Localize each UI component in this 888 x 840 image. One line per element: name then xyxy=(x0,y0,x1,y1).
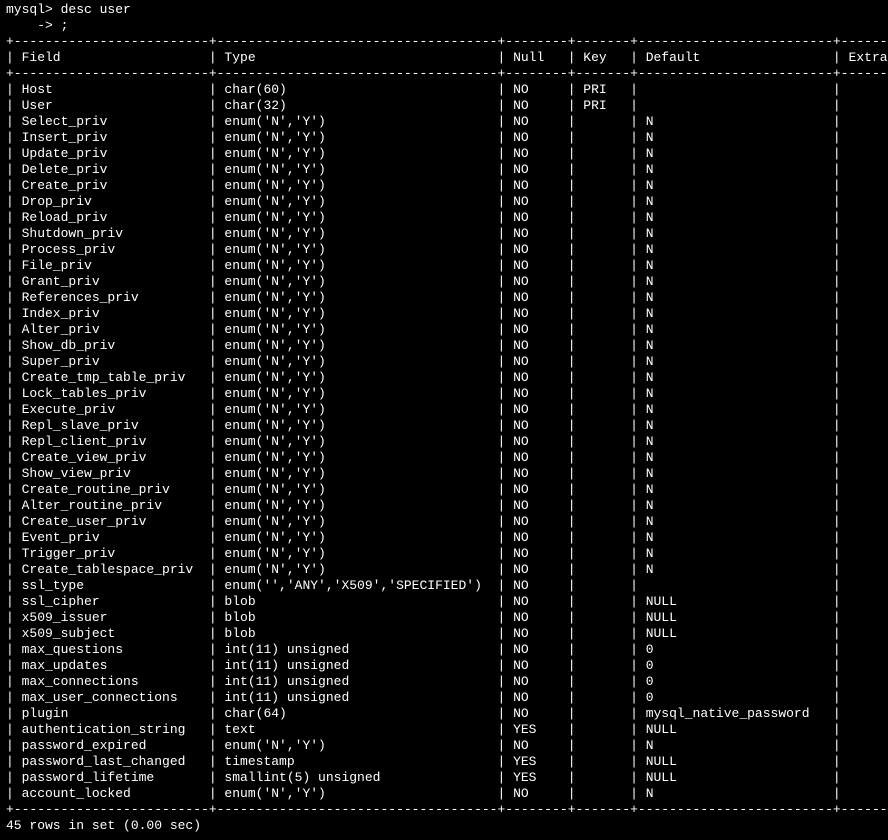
mysql-terminal-output: mysql> desc user -> ; +-----------------… xyxy=(0,0,888,840)
